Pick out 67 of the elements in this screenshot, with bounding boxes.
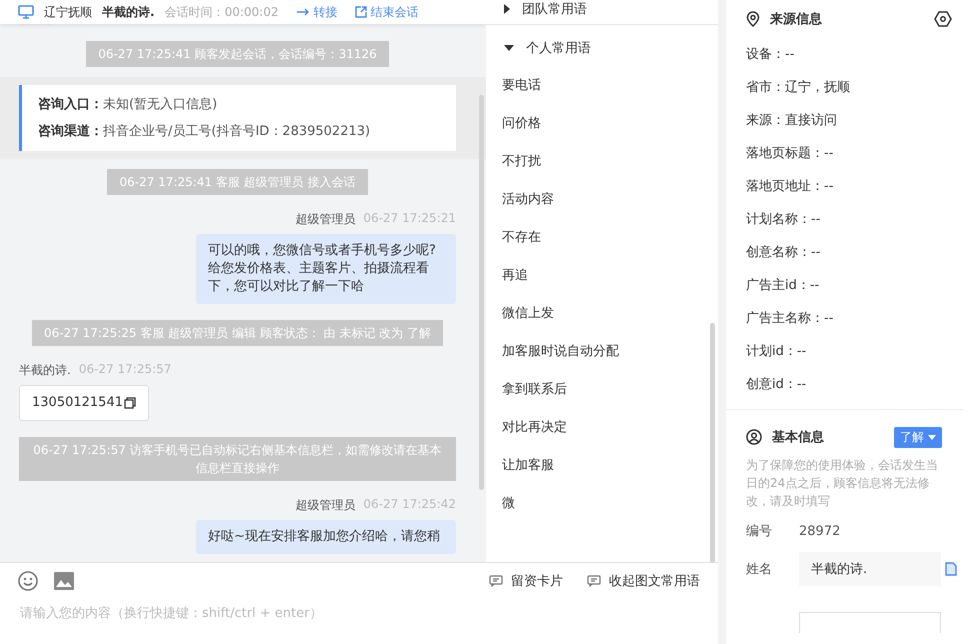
source-field: 计划名称：-- (746, 203, 964, 236)
source-field: 创意名称：-- (746, 236, 964, 269)
caret-icon (928, 434, 936, 440)
field-value: 28972 (799, 524, 840, 538)
phrase-item[interactable]: 拿到联系后 (486, 379, 718, 417)
info-label: 咨询渠道： (38, 124, 103, 139)
phrase-item[interactable]: 问价格 (486, 113, 718, 151)
message-icon (587, 575, 601, 587)
phrase-group-header[interactable]: 个人常用语 (486, 33, 718, 63)
source-field: 落地页地址：-- (746, 170, 964, 203)
lead-card-button[interactable]: 留资卡片 (489, 572, 563, 590)
field-label: 编号 (746, 523, 773, 540)
message-icon (489, 575, 503, 587)
phrase-item[interactable]: 不存在 (486, 227, 718, 265)
message-bubble: 好哒~现在安排客服加您介绍哈，请您稍 (196, 520, 456, 554)
message-bubble: 13050121541 (19, 385, 149, 421)
message-input[interactable]: 请输入您的内容（换行快捷键：shift/ctrl + enter） (18, 605, 522, 622)
info-value: 抖音企业号/员工号(抖音号ID：2839502213) (103, 124, 370, 139)
location-text: 辽宁抚顺 (44, 4, 92, 20)
source-field: 创意id：-- (746, 368, 964, 401)
phrase-item[interactable]: 微 (486, 493, 718, 531)
phrase-group-header[interactable]: 团队常用语 (486, 0, 718, 25)
phrase-item[interactable]: 不打扰 (486, 151, 718, 189)
phrase-item[interactable]: 活动内容 (486, 189, 718, 227)
document-icon[interactable] (945, 562, 957, 576)
phrase-item[interactable]: 再追 (486, 265, 718, 303)
sender-name: 半截的诗. (19, 362, 71, 379)
source-field: 计划id：-- (746, 335, 964, 368)
message-time: 06-27 17:25:42 (363, 497, 456, 513)
section-title: 来源信息 (770, 11, 822, 28)
name-field[interactable]: 半截的诗. (799, 552, 941, 586)
source-field: 设备：-- (746, 38, 964, 71)
monitor-icon (18, 4, 34, 20)
phrase-item[interactable]: 微信上发 (486, 303, 718, 341)
sender-name: 超级管理员 (295, 497, 356, 514)
message-bubble: 可以的哦，您微信号或者手机号多少呢?给您发价格表、主题客片、拍摄流程看下，您可以对比了解一下哈 (196, 234, 456, 304)
customer-name: 半截的诗. (102, 4, 155, 20)
phrase-item[interactable]: 要电话 (486, 75, 718, 113)
user-icon (746, 429, 762, 445)
scrollbar[interactable] (479, 95, 484, 490)
input-field[interactable] (799, 612, 941, 633)
sender-name: 超级管理员 (295, 211, 356, 228)
phrase-item[interactable]: 让加客服 (486, 455, 718, 493)
location-pin-icon (746, 11, 760, 27)
scrollbar[interactable] (710, 323, 715, 562)
section-title: 基本信息 (772, 429, 824, 446)
arrow-icon (296, 7, 310, 17)
copy-icon[interactable] (124, 397, 136, 409)
notice-text: 为了保障您的使用体验，会话发生当日的24点之后，顾客信息将无法修改，请及时填写 (746, 457, 939, 510)
emoji-icon[interactable] (18, 571, 38, 591)
settings-icon[interactable] (934, 11, 952, 27)
field-label: 姓名 (746, 561, 773, 578)
source-field: 广告主名称：-- (746, 302, 964, 335)
image-icon[interactable] (54, 572, 74, 590)
source-field: 落地页标题：-- (746, 137, 964, 170)
external-link-icon (355, 6, 368, 18)
info-value: 未知(暂无入口信息) (103, 97, 218, 112)
phrase-item[interactable]: 对比再决定 (486, 417, 718, 455)
collapse-phrases-button[interactable]: 收起图文常用语 (587, 572, 700, 590)
source-field: 广告主id：-- (746, 269, 964, 302)
source-field: 省市：辽宁，抚顺 (746, 71, 964, 104)
session-time: 会话时间：00:00:02 (164, 4, 278, 20)
source-field: 来源：直接访问 (746, 104, 964, 137)
info-label: 咨询入口： (38, 97, 103, 112)
phrase-item[interactable]: 加客服时说自动分配 (486, 341, 718, 379)
message-time: 06-27 17:25:21 (363, 211, 456, 227)
message-time: 06-27 17:25:57 (78, 362, 172, 378)
